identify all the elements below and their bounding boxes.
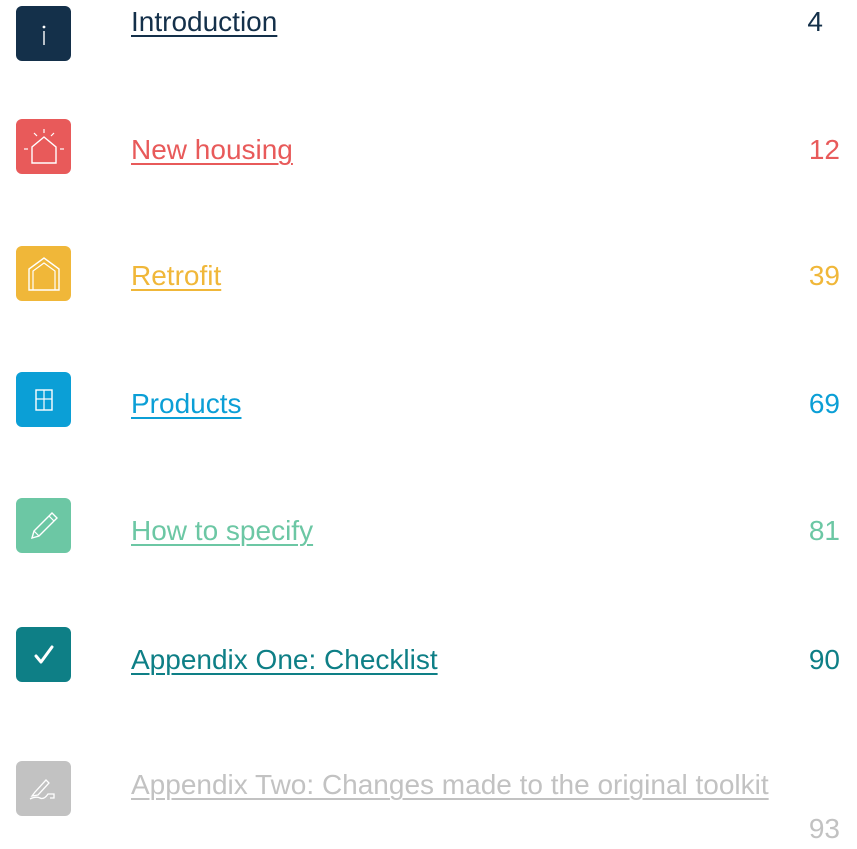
toc-page-number: 4 (807, 6, 823, 37)
toc-link-appendix-two[interactable]: Appendix Two: Changes made to the origin… (131, 762, 791, 808)
toc-page-number: 12 (808, 134, 840, 165)
house-outline-icon (16, 246, 71, 301)
toc-link-retrofit[interactable]: Retrofit (131, 256, 221, 296)
window-icon (16, 372, 71, 427)
toc-link-products[interactable]: Products (131, 384, 242, 424)
new-house-icon (16, 119, 71, 174)
toc-page-number: 81 (808, 515, 840, 546)
pencil-icon (16, 498, 71, 553)
toc-link-appendix-one[interactable]: Appendix One: Checklist (131, 640, 438, 680)
info-icon (16, 6, 71, 61)
toc-page-number: 93 (808, 813, 840, 844)
table-of-contents: Introduction 4 New housing 12 Retrofit 3 (0, 0, 857, 848)
checkmark-icon (16, 627, 71, 682)
toc-page-number: 90 (808, 644, 840, 675)
toc-page-number: 39 (808, 260, 840, 291)
signature-icon (16, 761, 71, 816)
toc-link-introduction[interactable]: Introduction (131, 2, 277, 42)
toc-link-new-housing[interactable]: New housing (131, 130, 293, 170)
toc-page-number: 69 (808, 388, 840, 419)
toc-link-how-to-specify[interactable]: How to specify (131, 511, 313, 551)
